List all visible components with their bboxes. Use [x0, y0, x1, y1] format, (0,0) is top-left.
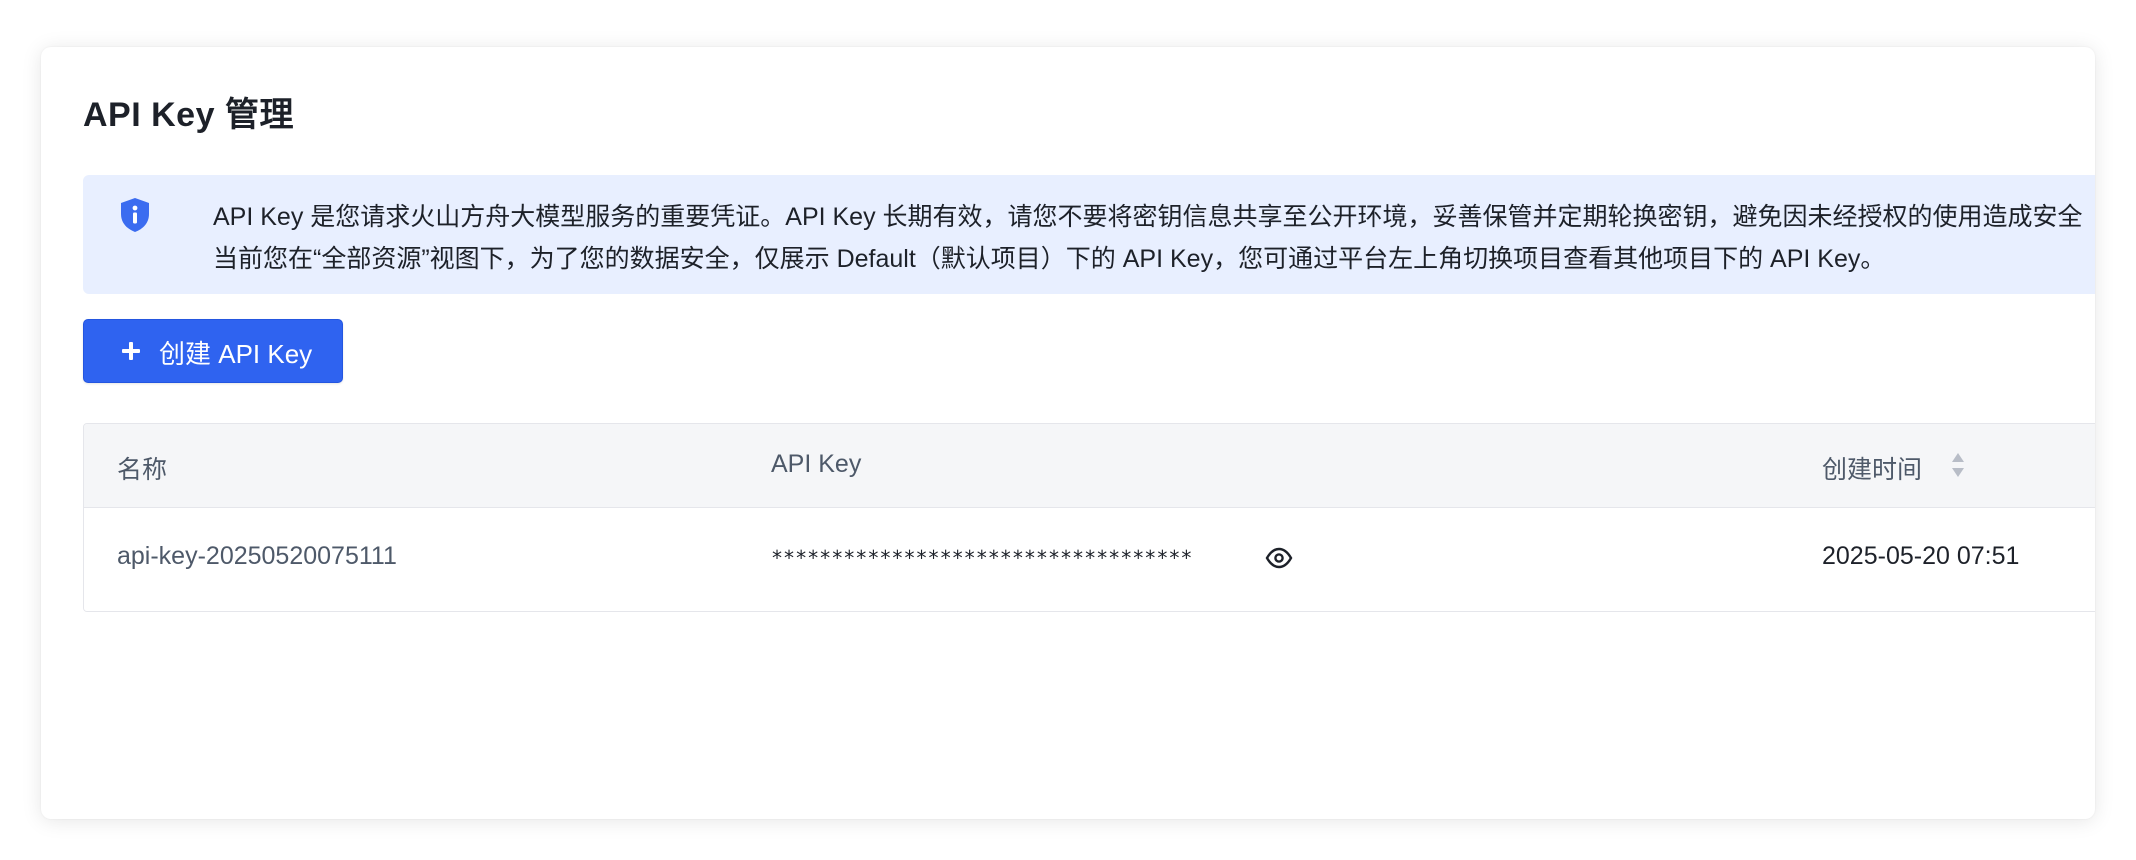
info-alert: API Key 是您请求火山方舟大模型服务的重要凭证。API Key 长期有效，…: [83, 175, 2095, 294]
create-button-label: 创建 API Key: [159, 339, 313, 369]
alert-text-line-2: 当前您在“全部资源”视图下，为了您的数据安全，仅展示 Default（默认项目）…: [213, 245, 1886, 273]
alert-text-line-1: API Key 是您请求火山方舟大模型服务的重要凭证。API Key 长期有效，…: [213, 203, 2083, 231]
plus-icon: [120, 340, 142, 362]
row-name-cell: api-key-20250520075111: [117, 542, 397, 570]
column-header-name: 名称: [117, 456, 168, 484]
page-title: API Key 管理: [83, 96, 294, 134]
eye-icon[interactable]: [1265, 547, 1293, 569]
api-key-management-card: API Key 管理 API Key 是您请求火山方舟大模型服务的重要凭证。AP…: [41, 47, 2095, 819]
column-header-api-key: API Key: [771, 450, 862, 478]
column-header-created-time: 创建时间: [1822, 456, 1923, 484]
table-row: api-key-20250520075111 *****************…: [84, 508, 2095, 611]
shield-info-icon: [119, 197, 151, 233]
table-header: 名称 API Key 创建时间: [84, 424, 2095, 508]
create-api-key-button[interactable]: 创建 API Key: [83, 319, 343, 383]
sort-icon[interactable]: [1949, 450, 1967, 480]
row-created-time-cell: 2025-05-20 07:51: [1822, 542, 2020, 570]
row-api-key-cell: ***********************************: [771, 546, 1193, 570]
api-key-table: 名称 API Key 创建时间 api-key-20250520075111 *…: [83, 423, 2095, 612]
